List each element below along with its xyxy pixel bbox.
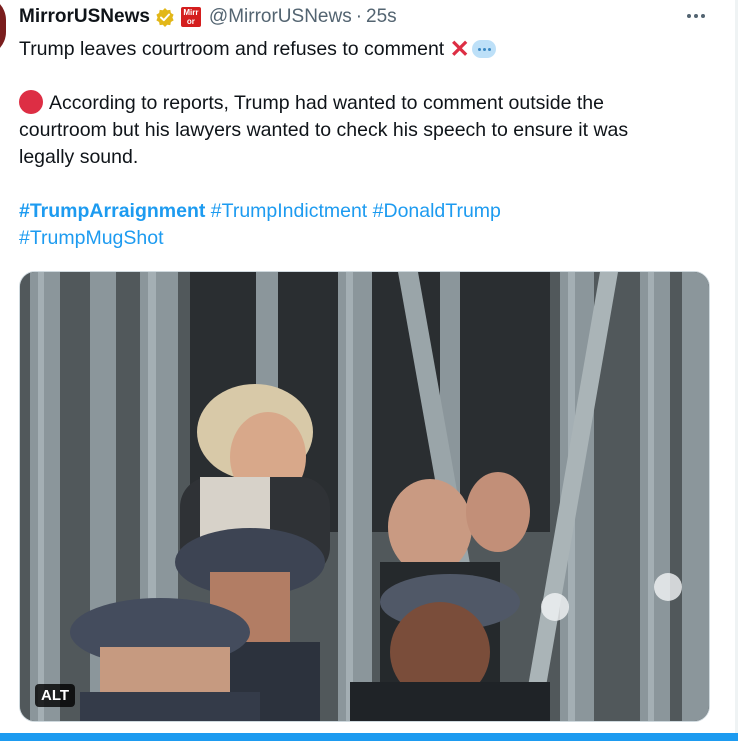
separator-dot: · (355, 6, 363, 27)
para2-line1-text: According to reports, Trump had wanted t… (49, 92, 604, 114)
hashtag-link[interactable]: #TrumpMugShot (19, 227, 164, 249)
verified-badge-icon[interactable] (155, 7, 175, 27)
hashtag-link[interactable]: #DonaldTrump (373, 200, 501, 222)
author-name[interactable]: MirrorUSNews (19, 6, 150, 28)
para2-line2-text: courtroom but his lawyers wanted to chec… (19, 119, 629, 141)
red-circle-icon (19, 90, 43, 114)
more-options-icon[interactable] (684, 6, 708, 26)
tweet-timestamp[interactable]: 25s (366, 6, 397, 28)
headline-text: Trump leaves courtroom and refuses to co… (19, 38, 445, 60)
alt-badge[interactable]: ALT (35, 684, 76, 707)
bottom-accent-bar (0, 733, 738, 741)
hashtag-link[interactable]: #TrumpIndictment (211, 200, 367, 222)
hashtag-row-2: #TrumpMugShot (19, 225, 709, 252)
hashtag-link[interactable]: #TrumpArraignment (19, 200, 205, 222)
author-handle[interactable]: @MirrorUSNews (209, 6, 352, 28)
tweet-header: MirrorUSNews Mirr or @MirrorUSNews · 25s (19, 5, 718, 29)
tweet-photo[interactable]: ALT (19, 271, 710, 722)
author-avatar[interactable] (0, 0, 6, 56)
photo-scene (20, 272, 709, 721)
para2-line3-text: legally sound. (19, 146, 139, 168)
tweet-text: Trump leaves courtroom and refuses to co… (19, 36, 709, 252)
tweet-line-1: Trump leaves courtroom and refuses to co… (19, 36, 709, 63)
cross-mark-icon: ✕ (449, 36, 470, 63)
hashtag-row-1: #TrumpArraignment #TrumpIndictment #Dona… (19, 198, 709, 225)
speech-bubble-icon (471, 40, 496, 58)
tweet-para2-line1: According to reports, Trump had wanted t… (19, 90, 709, 117)
mirror-brand-badge[interactable]: Mirr or (180, 7, 201, 27)
